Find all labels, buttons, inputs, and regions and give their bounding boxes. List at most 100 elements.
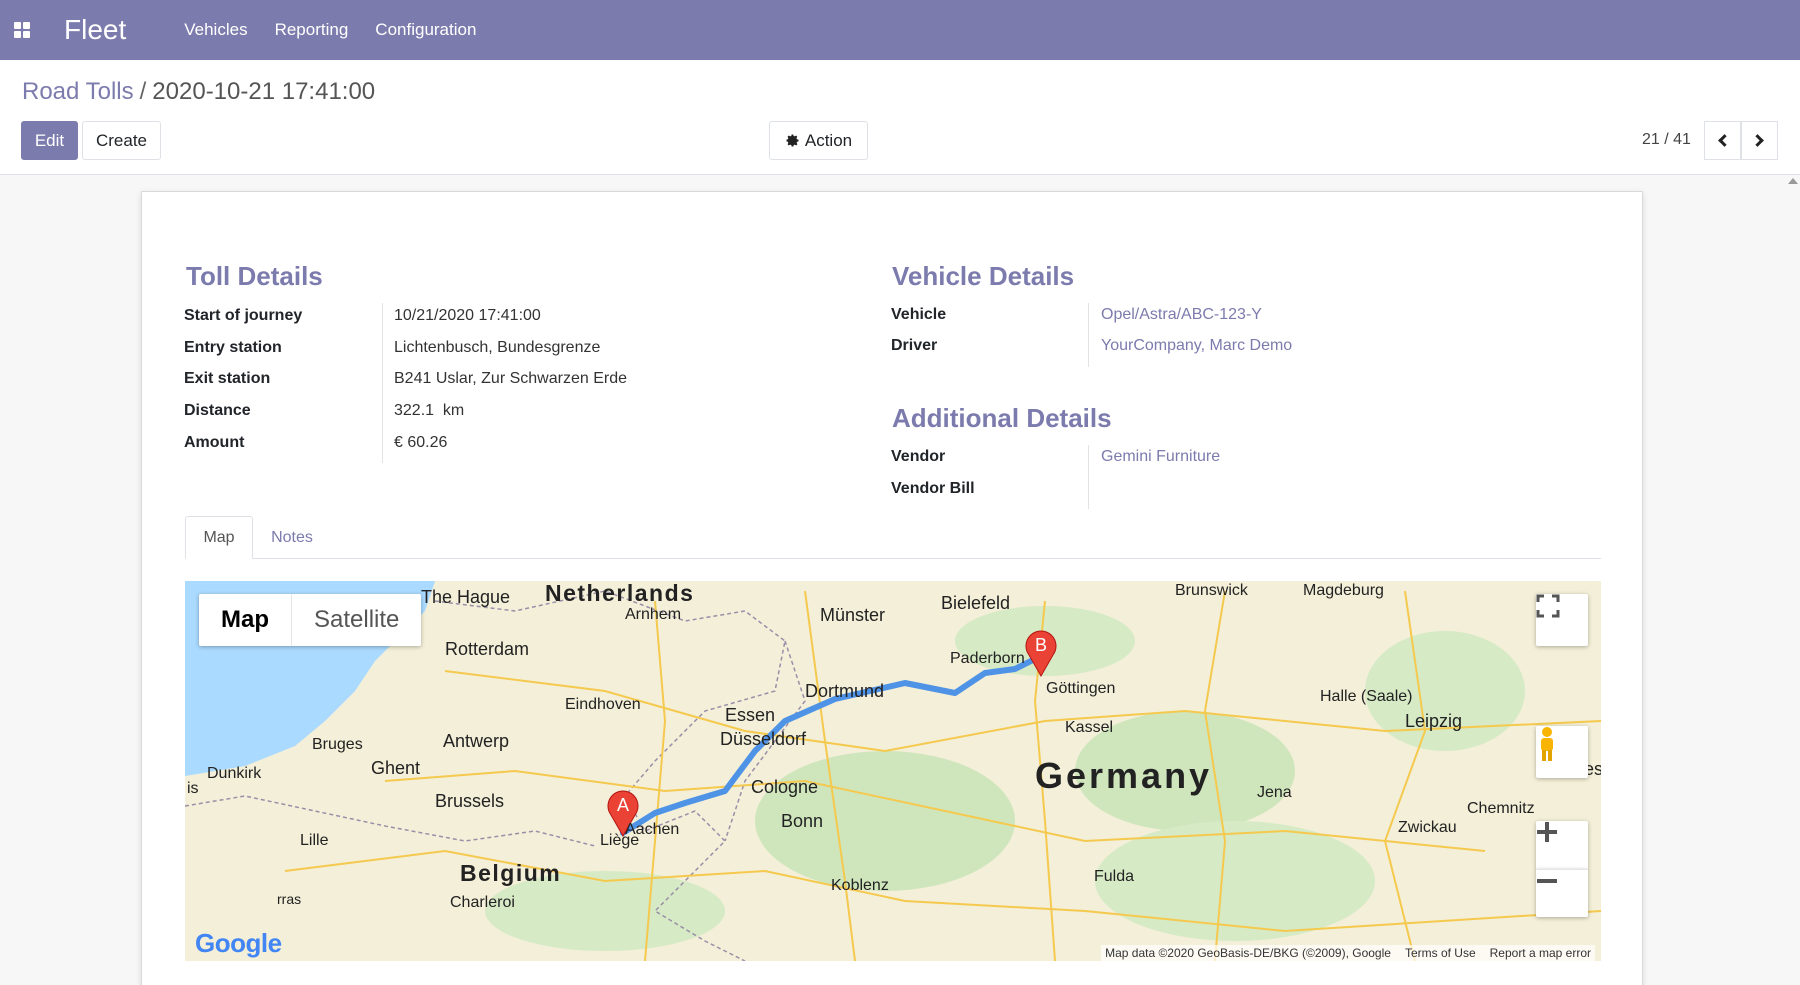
- map-footer: Map data ©2020 GeoBasis-DE/BKG (©2009), …: [1101, 945, 1595, 961]
- map-city: Halle (Saale): [1320, 688, 1412, 705]
- label-distance: Distance: [184, 402, 251, 419]
- label-amount: Amount: [184, 434, 245, 451]
- map-city: Bielefeld: [941, 593, 1010, 613]
- apps-menu-icon[interactable]: [0, 0, 44, 60]
- map-city: rras: [277, 891, 301, 907]
- label-start-of-journey: Start of journey: [184, 307, 303, 324]
- map-city: Zwickau: [1398, 819, 1457, 836]
- map-city: Eindhoven: [565, 696, 641, 713]
- plus-icon: [1537, 822, 1557, 842]
- label-vendor-bill: Vendor Bill: [891, 480, 975, 497]
- map-city: Bruges: [312, 736, 363, 753]
- zoom-in-button[interactable]: [1536, 821, 1588, 869]
- marker-b-label: B: [1035, 635, 1047, 655]
- google-logo[interactable]: Google: [195, 928, 282, 959]
- map-report-error-link[interactable]: Report a map error: [1490, 946, 1591, 960]
- map-city: The Hague: [421, 587, 510, 607]
- breadcrumb: Road Tolls/2020-10-21 17:41:00: [22, 78, 375, 106]
- map-city: Arnhem: [625, 606, 681, 623]
- notebook-tabs: Map Notes: [185, 516, 1601, 559]
- map-city: Jena: [1257, 784, 1292, 801]
- street-view-pegman[interactable]: [1536, 726, 1588, 778]
- map-type-switcher: Map Satellite: [199, 594, 422, 646]
- breadcrumb-current: 2020-10-21 17:41:00: [152, 78, 376, 105]
- fullscreen-button[interactable]: [1536, 594, 1588, 646]
- map-city: Leipzig: [1405, 711, 1462, 731]
- border-line: [185, 795, 596, 847]
- menu-vehicles[interactable]: Vehicles: [184, 20, 247, 40]
- top-navbar: Fleet Vehicles Reporting Configuration: [0, 0, 1800, 60]
- chevron-right-icon: [1751, 134, 1764, 147]
- pegman-icon: [1541, 727, 1553, 761]
- label-vendor: Vendor: [891, 448, 946, 465]
- action-label: Action: [804, 130, 853, 150]
- marker-a-label: A: [617, 795, 629, 815]
- map-city: Ghent: [371, 758, 420, 778]
- value-start-of-journey: 10/21/2020 17:41:00: [394, 307, 541, 324]
- value-distance: 322.1 km: [394, 402, 465, 419]
- form-sheet: Toll Details Start of journey 10/21/2020…: [141, 191, 1643, 985]
- route-map[interactable]: A B Netherlands Germany Belgium The Hagu…: [185, 581, 1601, 961]
- map-country-netherlands: Netherlands: [545, 581, 694, 606]
- map-city: Magdeburg: [1303, 582, 1384, 599]
- map-city: Fulda: [1094, 868, 1134, 885]
- map-city: Lille: [300, 832, 329, 849]
- map-attribution: Map data ©2020 GeoBasis-DE/BKG (©2009), …: [1105, 946, 1391, 960]
- map-terms-link[interactable]: Terms of Use: [1405, 946, 1476, 960]
- map-city: Brussels: [435, 791, 504, 811]
- gear-icon: [786, 134, 799, 147]
- map-city: Chemnitz: [1467, 800, 1535, 817]
- toll-details-divider: [382, 303, 383, 463]
- app-brand[interactable]: Fleet: [64, 14, 126, 46]
- map-city: Brunswick: [1175, 582, 1249, 599]
- value-entry-station: Lichtenbusch, Bundesgrenze: [394, 339, 601, 356]
- scrollbar-up-arrow[interactable]: [1788, 178, 1798, 184]
- edit-button[interactable]: Edit: [21, 121, 78, 160]
- map-city: Antwerp: [443, 731, 509, 751]
- vehicle-details-divider: [1088, 303, 1089, 367]
- breadcrumb-road-tolls[interactable]: Road Tolls: [22, 78, 134, 105]
- value-vehicle-link[interactable]: Opel/Astra/ABC-123-Y: [1101, 306, 1262, 324]
- menu-configuration[interactable]: Configuration: [375, 20, 476, 40]
- label-driver: Driver: [891, 337, 938, 354]
- label-entry-station: Entry station: [184, 339, 282, 356]
- map-city: Rotterdam: [445, 639, 529, 659]
- pager-previous-button[interactable]: [1704, 121, 1741, 160]
- value-vendor-link[interactable]: Gemini Furniture: [1101, 448, 1220, 466]
- pager-value[interactable]: 21 / 41: [1642, 131, 1691, 149]
- tab-map[interactable]: Map: [185, 516, 253, 559]
- vehicle-details-title: Vehicle Details: [892, 261, 1075, 291]
- map-country-belgium: Belgium: [460, 860, 561, 886]
- map-city: is: [187, 780, 199, 797]
- additional-details-divider: [1088, 445, 1089, 509]
- map-city: Cologne: [751, 777, 818, 797]
- toll-details-title: Toll Details: [186, 261, 323, 291]
- breadcrumb-separator: /: [139, 78, 147, 105]
- map-city: Paderborn: [950, 650, 1025, 667]
- value-exit-station: B241 Uslar, Zur Schwarzen Erde: [394, 370, 627, 387]
- zoom-out-button[interactable]: [1536, 869, 1588, 917]
- map-city: Liège: [600, 832, 639, 849]
- map-type-satellite-button[interactable]: Satellite: [292, 594, 421, 646]
- map-city: Dortmund: [805, 681, 884, 701]
- menu-reporting[interactable]: Reporting: [275, 20, 349, 40]
- tab-notes[interactable]: Notes: [253, 516, 331, 559]
- map-type-map-button[interactable]: Map: [199, 594, 292, 646]
- google-logo-text: Google: [195, 928, 282, 958]
- control-panel: Road Tolls/2020-10-21 17:41:00 Edit Crea…: [0, 60, 1800, 175]
- create-button[interactable]: Create: [82, 121, 161, 160]
- fullscreen-icon: [1536, 594, 1560, 618]
- map-country-germany: Germany: [1035, 755, 1212, 796]
- map-city: Koblenz: [831, 877, 889, 894]
- label-exit-station: Exit station: [184, 370, 271, 387]
- value-amount: € 60.26: [394, 434, 448, 451]
- chevron-left-icon: [1718, 134, 1731, 147]
- additional-details-title: Additional Details: [892, 403, 1112, 433]
- map-city: Bonn: [781, 811, 823, 831]
- value-driver-link[interactable]: YourCompany, Marc Demo: [1101, 337, 1292, 355]
- pager-next-button[interactable]: [1741, 121, 1778, 160]
- map-city: Essen: [725, 705, 775, 725]
- minus-icon: [1537, 879, 1557, 883]
- action-button[interactable]: Action: [769, 121, 868, 160]
- map-city: Göttingen: [1046, 680, 1115, 697]
